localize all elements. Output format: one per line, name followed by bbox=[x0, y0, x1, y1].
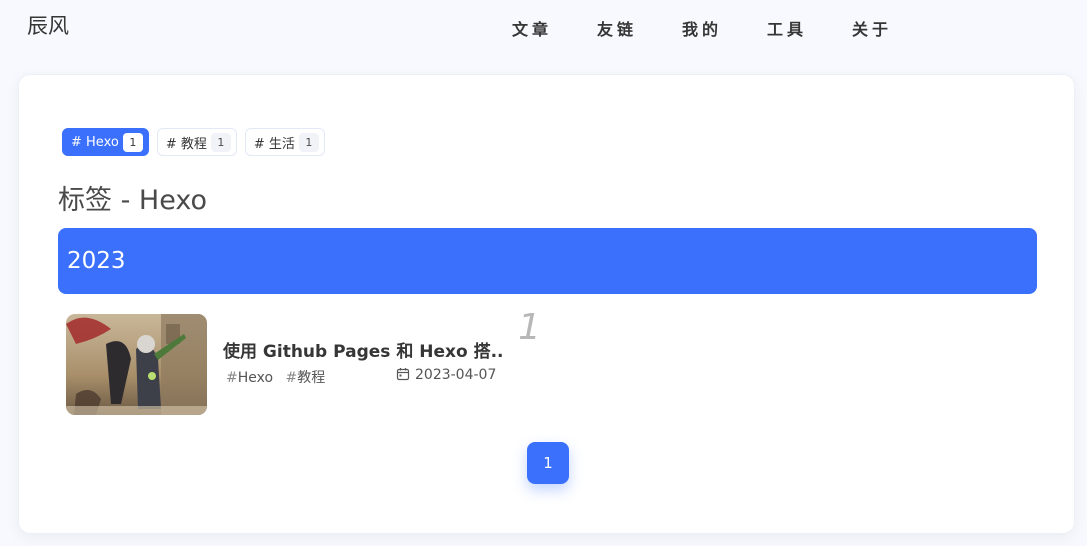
post-index-number: 1 bbox=[518, 307, 541, 348]
nav-item-mine[interactable]: 我的 bbox=[682, 16, 722, 40]
nav-item-articles[interactable]: 文章 bbox=[512, 16, 552, 40]
tag-list: # Hexo 1 # 教程 1 # 生活 1 bbox=[62, 128, 325, 156]
post-tag-hexo[interactable]: #Hexo bbox=[226, 370, 273, 386]
post-tag-label: 教程 bbox=[297, 370, 326, 386]
post-date-text: 2023-04-07 bbox=[415, 367, 497, 383]
post-tag-tutorial[interactable]: #教程 bbox=[286, 370, 326, 386]
tag-label: # 教程 bbox=[165, 136, 207, 152]
post-list-item: 使用 Github Pages 和 Hexo 搭... #Hexo #教程 20… bbox=[66, 307, 541, 416]
tag-label: # 生活 bbox=[253, 136, 295, 152]
tag-count: 1 bbox=[298, 132, 319, 152]
hash-icon: # bbox=[226, 370, 238, 386]
tag-count: 1 bbox=[210, 132, 231, 152]
content-card: # Hexo 1 # 教程 1 # 生活 1 标签 - Hexo 2023 使用… bbox=[18, 74, 1075, 534]
nav-item-tools[interactable]: 工具 bbox=[767, 16, 807, 40]
hash-icon: # bbox=[285, 370, 298, 386]
site-title[interactable]: 辰风 bbox=[27, 10, 69, 40]
nav-item-links[interactable]: 友链 bbox=[597, 16, 637, 40]
calendar-icon bbox=[396, 368, 410, 381]
post-tag-label: Hexo bbox=[237, 370, 274, 386]
pagination-page-1[interactable]: 1 bbox=[527, 442, 569, 484]
tag-tutorial[interactable]: # 教程 1 bbox=[156, 128, 237, 156]
tag-hexo[interactable]: # Hexo 1 bbox=[62, 128, 149, 156]
tag-count: 1 bbox=[122, 132, 143, 152]
tag-label: # Hexo bbox=[71, 134, 119, 150]
post-tags: #Hexo #教程 bbox=[226, 367, 333, 387]
post-cover-image[interactable] bbox=[66, 314, 207, 415]
post-title[interactable]: 使用 Github Pages 和 Hexo 搭... bbox=[223, 337, 505, 362]
archive-year-header: 2023 bbox=[58, 228, 1037, 294]
top-navbar: 辰风 文章 友链 我的 工具 关于 bbox=[0, 0, 1087, 56]
page-title: 标签 - Hexo bbox=[58, 185, 208, 216]
post-date: 2023-04-07 bbox=[396, 367, 496, 383]
nav-item-about[interactable]: 关于 bbox=[852, 16, 892, 40]
tag-life[interactable]: # 生活 1 bbox=[244, 128, 325, 156]
